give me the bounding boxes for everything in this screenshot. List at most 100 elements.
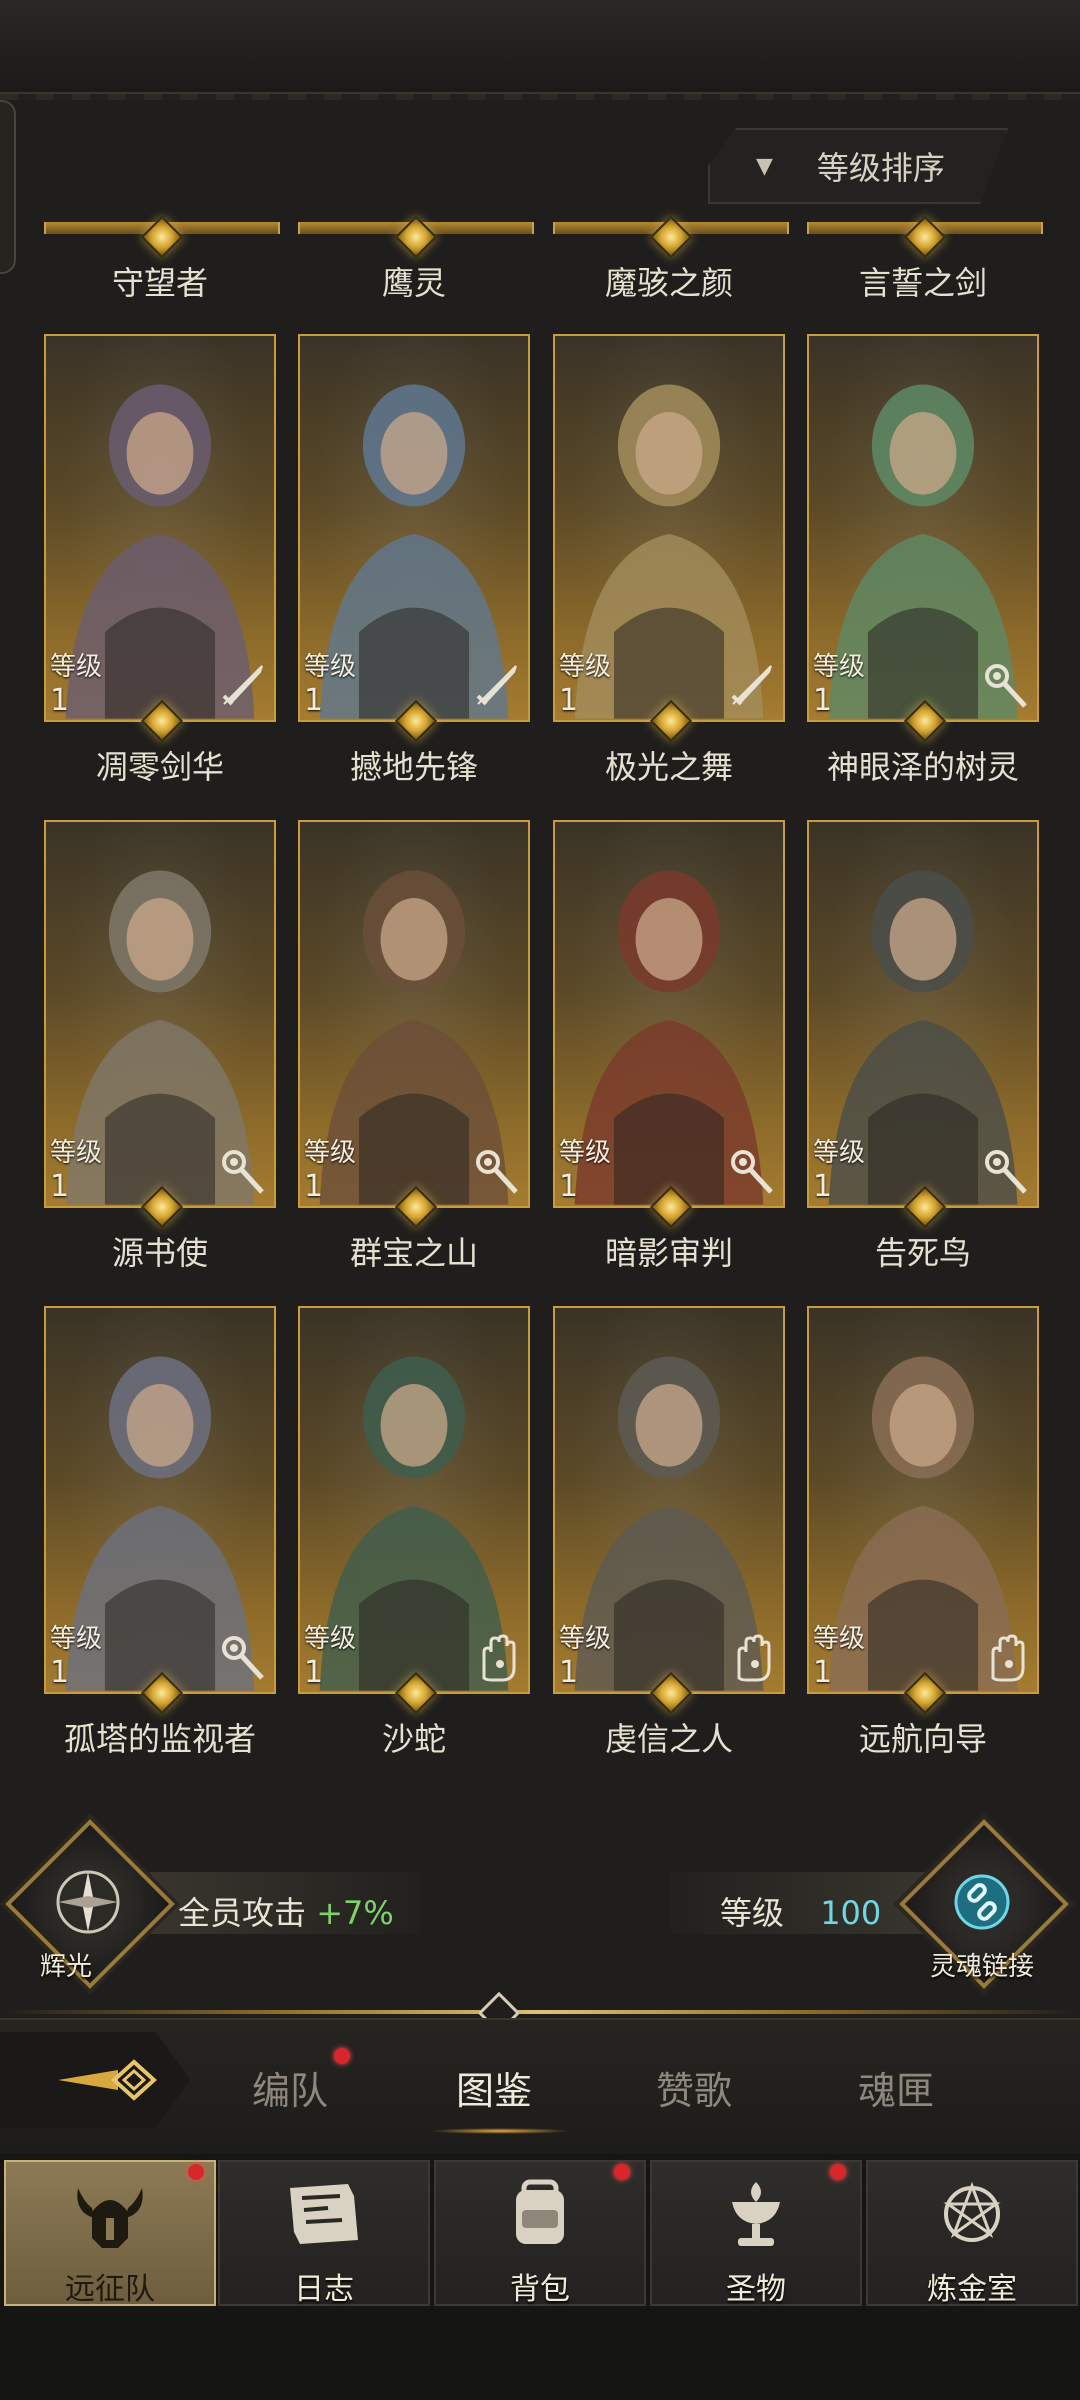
magic-staff-icon [222, 1636, 264, 1680]
nav-label: 日志 [294, 2272, 354, 2307]
level-value: 1 [559, 1169, 579, 1204]
hand-icon [991, 1634, 1025, 1682]
bonus-label: 全员攻击 [178, 1894, 307, 1932]
level-value: 1 [304, 1655, 324, 1690]
notification-badge [614, 2164, 630, 2180]
back-button[interactable] [0, 2032, 190, 2128]
level-value: 1 [304, 683, 324, 718]
hero-card[interactable]: 等级 1 [553, 1306, 785, 1694]
level-value: 1 [813, 1655, 833, 1690]
level-label: 等级 [559, 1624, 612, 1654]
level-label: 等级 [559, 1138, 612, 1168]
chalice-icon [732, 2182, 780, 2246]
radiance-label: 辉光 [40, 1952, 93, 1982]
hero-card[interactable]: 等级 1 [553, 334, 785, 722]
level-value: 1 [559, 683, 579, 718]
nav-alchemy[interactable]: 炼金室 [866, 2160, 1078, 2307]
level-info: 等级 100 [720, 1888, 881, 1934]
sort-button-label: 等级排序 [816, 149, 945, 187]
bonus-text: 全员攻击 +7% [178, 1888, 394, 1934]
bonus-value: +7% [316, 1894, 394, 1932]
level-label: 等级 [50, 652, 103, 682]
hero-card[interactable]: 等级 1 [44, 1306, 276, 1694]
hero-name: 暗影审判 [604, 1234, 733, 1272]
hero-card[interactable]: 等级 1 [298, 1306, 530, 1694]
tab-hymn[interactable]: 赞歌 [656, 2060, 732, 2115]
nav-label: 炼金室 [927, 2272, 1017, 2307]
side-panel-handle[interactable] [0, 100, 16, 274]
level-label: 等级 [50, 1138, 103, 1168]
level-indicator: 等级 1 [304, 1140, 356, 1202]
hero-name: 远航向导 [858, 1720, 987, 1758]
scroll-map-icon [290, 2184, 358, 2244]
level-label: 等级 [559, 652, 612, 682]
level-label: 等级 [813, 1138, 866, 1168]
hero-name: 神眼泽的树灵 [826, 748, 1019, 786]
level-value: 1 [304, 1169, 324, 1204]
level-value: 100 [820, 1894, 882, 1932]
sword-icon [476, 665, 517, 706]
hero-card[interactable]: 等级 1 [298, 334, 530, 722]
nav-relics[interactable]: 圣物 [650, 2160, 862, 2307]
nav-backpack[interactable]: 背包 [434, 2160, 646, 2307]
back-arrow-icon [58, 2059, 157, 2101]
level-value: 1 [50, 1169, 70, 1204]
level-value: 1 [813, 683, 833, 718]
hero-card[interactable]: 等级 1 [553, 820, 785, 1208]
hero-name: 虔信之人 [604, 1720, 733, 1758]
level-label: 等级 [813, 652, 866, 682]
hero-name: 极光之舞 [604, 748, 733, 786]
level-label: 等级 [50, 1624, 103, 1654]
tab-formation[interactable]: 编队 [252, 2060, 328, 2115]
notification-badge [830, 2164, 846, 2180]
bottom-navigation: 远征队 日志 背包 圣物 炼金室 [0, 2154, 1080, 2400]
level-indicator: 等级 1 [559, 1140, 611, 1202]
hero-name: 言誓之剑 [858, 264, 987, 302]
level-label: 等级 [304, 652, 357, 682]
notification-badge [334, 2048, 350, 2064]
hero-card[interactable]: 等级 1 [298, 820, 530, 1208]
level-value: 1 [559, 1655, 579, 1690]
level-label: 等级 [304, 1624, 357, 1654]
nav-journal[interactable]: 日志 [218, 2160, 430, 2307]
horned-helmet-icon [77, 2188, 143, 2248]
hero-card[interactable]: 等级 1 [807, 1306, 1039, 1694]
hero-name: 告死鸟 [874, 1234, 971, 1272]
hero-name: 撼地先锋 [349, 748, 478, 786]
backpack-icon [516, 2179, 564, 2244]
hero-card[interactable]: 等级 1 [44, 820, 276, 1208]
hero-name: 鹰灵 [381, 264, 446, 302]
level-indicator: 等级 1 [50, 654, 102, 716]
alchemy-icon [943, 2181, 1001, 2242]
top-banner [0, 0, 1080, 100]
nav-label: 远征队 [65, 2272, 155, 2307]
magic-staff-icon [731, 1150, 773, 1194]
hand-icon [482, 1634, 516, 1682]
hero-card[interactable]: 等级 1 [807, 334, 1039, 722]
level-indicator: 等级 1 [50, 1626, 102, 1688]
level-indicator: 等级 1 [304, 1626, 356, 1688]
level-label: 等级 [304, 1138, 357, 1168]
level-label: 等级 [813, 1624, 866, 1654]
hero-card[interactable]: 等级 1 [807, 820, 1039, 1208]
tab-codex[interactable]: 图鉴 [456, 2060, 532, 2115]
notification-badge [188, 2164, 204, 2180]
level-value: 1 [50, 1655, 70, 1690]
nav-expedition[interactable]: 远征队 [4, 2160, 216, 2307]
bonus-bar: 辉光 全员攻击 +7% 等级 100 灵魂链接 [0, 1819, 1080, 1989]
compass-icon [56, 1870, 120, 1934]
tab-soul-box[interactable]: 魂匣 [858, 2060, 934, 2115]
level-indicator: 等级 1 [559, 1626, 611, 1688]
level-indicator: 等级 1 [813, 1140, 865, 1202]
dropdown-triangle-icon: ▼ [756, 153, 773, 179]
nav-label: 背包 [510, 2272, 570, 2307]
level-indicator: 等级 1 [50, 1140, 102, 1202]
sort-by-level-button[interactable]: ▼ 等级排序 [708, 128, 1008, 204]
level-value: 1 [50, 683, 70, 718]
soul-link-label: 灵魂链接 [930, 1952, 1035, 1982]
hero-card[interactable]: 等级 1 [44, 334, 276, 722]
chain-link-icon [954, 1874, 1010, 1930]
level-label: 等级 [720, 1894, 785, 1932]
level-indicator: 等级 1 [813, 1626, 865, 1688]
hero-name: 沙蛇 [381, 1720, 446, 1758]
